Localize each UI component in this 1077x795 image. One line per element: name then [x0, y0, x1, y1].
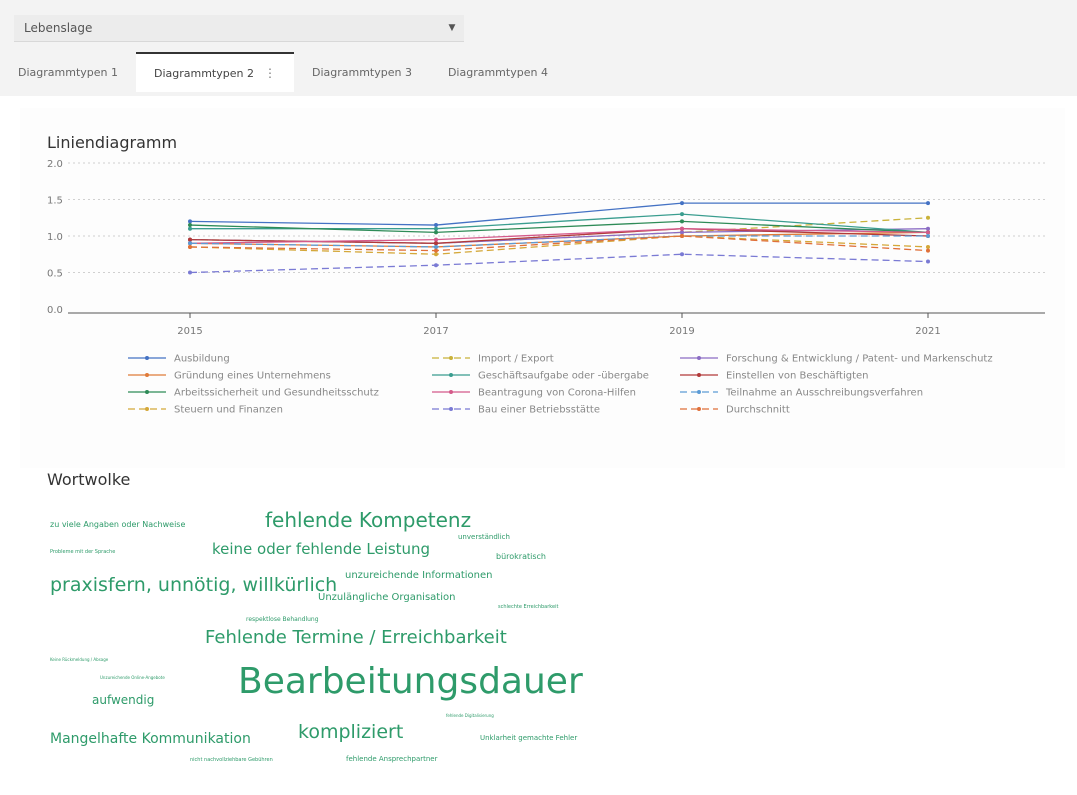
- word-cloud-term: respektlose Behandlung: [246, 616, 319, 623]
- tab-label: Diagrammtypen 1: [18, 65, 118, 79]
- word-cloud-term: schlechte Erreichbarkeit: [498, 604, 559, 610]
- tab-menu-icon[interactable]: ⋮: [264, 66, 276, 80]
- word-cloud-term: aufwendig: [92, 693, 155, 707]
- tab-label: Diagrammtypen 3: [311, 65, 412, 79]
- word-cloud-title: Wortwolke: [47, 470, 131, 489]
- word-cloud-term: praxisfern, unnötig, willkürlich: [50, 574, 338, 596]
- dropdown-value: Lebenslage: [24, 21, 93, 35]
- tab-diagrammtypen-1[interactable]: Diagrammtypen 1: [0, 52, 136, 92]
- word-cloud-term: Keine Rückmeldung / Absage: [50, 657, 109, 662]
- chart-panel: [20, 108, 1065, 468]
- word-cloud-term: fehlende Digitalisierung: [446, 713, 494, 718]
- lebenslage-dropdown[interactable]: Lebenslage ▼: [14, 15, 464, 42]
- word-cloud-term: Unklarheit gemachte Fehler: [480, 734, 578, 742]
- word-cloud-term: fehlende Kompetenz: [265, 508, 472, 532]
- word-cloud-term: bürokratisch: [496, 552, 546, 561]
- word-cloud-term: Mangelhafte Kommunikation: [50, 731, 251, 747]
- dropdown-arrow-icon[interactable]: ▼: [440, 23, 464, 33]
- word-cloud-term: Unzulängliche Organisation: [318, 592, 456, 603]
- tab-bar: Diagrammtypen 1 Diagrammtypen 2 ⋮ Diagram…: [0, 52, 566, 92]
- word-cloud-term: kompliziert: [298, 721, 404, 743]
- tab-diagrammtypen-4[interactable]: Diagrammtypen 4: [430, 52, 566, 92]
- word-cloud-term: zu viele Angaben oder Nachweise: [50, 520, 186, 529]
- word-cloud-term: unzureichende Informationen: [345, 570, 493, 581]
- word-cloud-term: Unzureichende Online-Angebote: [100, 675, 165, 680]
- word-cloud-term: Fehlende Termine / Erreichbarkeit: [205, 627, 507, 648]
- line-chart-title: Liniendiagramm: [47, 133, 178, 152]
- tab-label: Diagrammtypen 2: [153, 66, 254, 80]
- word-cloud-term: Bearbeitungsdauer: [238, 661, 583, 702]
- word-cloud-term: Probleme mit der Sprache: [50, 549, 116, 555]
- tab-diagrammtypen-2[interactable]: Diagrammtypen 2 ⋮: [135, 52, 294, 92]
- tab-label: Diagrammtypen 4: [447, 65, 548, 79]
- word-cloud-term: fehlende Ansprechpartner: [346, 755, 438, 763]
- filter-bar: Lebenslage ▼ Diagrammtypen 1 Diagrammtyp…: [0, 0, 1077, 96]
- word-cloud-term: nicht nachvollziehbare Gebühren: [190, 757, 273, 763]
- word-cloud-term: keine oder fehlende Leistung: [212, 540, 431, 558]
- word-cloud-term: unverständlich: [458, 533, 510, 541]
- tab-diagrammtypen-3[interactable]: Diagrammtypen 3: [294, 52, 430, 92]
